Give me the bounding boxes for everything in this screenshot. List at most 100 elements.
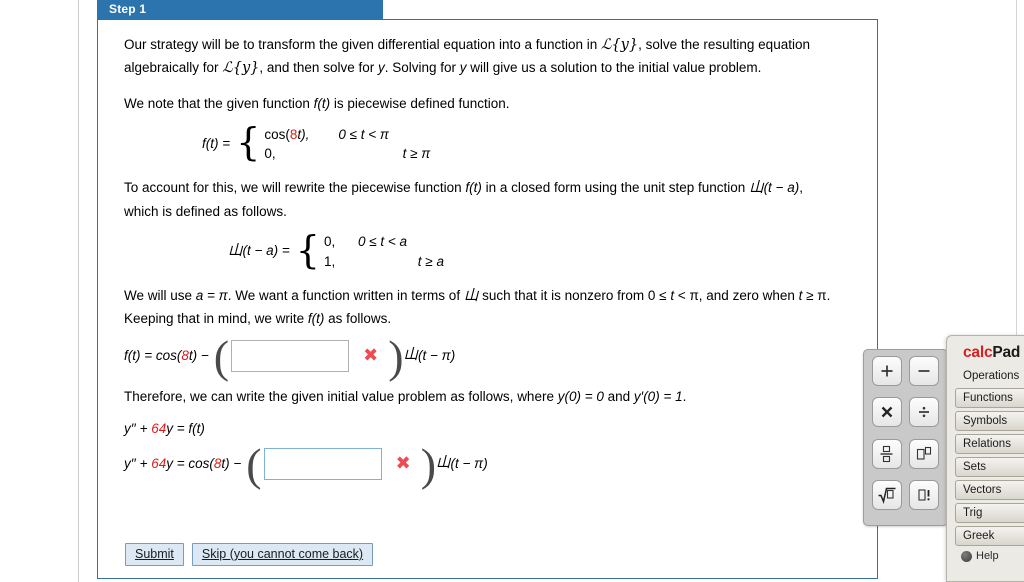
equation-ivp-general: y′′ + 64y = f(t) bbox=[124, 418, 867, 440]
p4-text-b: . We want a function written in terms of bbox=[227, 287, 464, 303]
udef-case-row-1: 0, 0 ≤ t < a bbox=[324, 232, 444, 251]
calcpad-tab-greek[interactable]: Greek bbox=[955, 526, 1024, 546]
p3-text-b: in a closed form using the unit step fun… bbox=[481, 180, 750, 196]
eq2-lead-b: y = f(t) bbox=[166, 421, 205, 436]
calcpad-tab-operations[interactable]: Operations bbox=[955, 367, 1024, 385]
skip-button[interactable]: Skip (you cannot come back) bbox=[191, 543, 374, 566]
p5-text-b: and bbox=[603, 389, 634, 405]
fdef-case-row-2: 0, t ≥ π bbox=[264, 144, 430, 163]
p4-text-g: as follows. bbox=[324, 311, 392, 327]
piecewise-definition-ft: f(t) = { cos(8t), 0 ≤ t < π 0, t ≥ π bbox=[202, 120, 867, 165]
laplace-symbol-2: ℒ{y} bbox=[222, 60, 260, 77]
udef-case-2-condition: t ≥ a bbox=[417, 253, 444, 269]
equation-ft-answer: f(t) = cos(8t) − ( ✖ ) 山 (t − π) bbox=[124, 331, 456, 383]
udef-case-2-value: 1, bbox=[323, 253, 336, 269]
p2-function-ft: f(t) bbox=[313, 95, 331, 111]
submit-button[interactable]: Submit bbox=[125, 543, 184, 566]
eq1-lead: f(t) = cos(8t) − bbox=[124, 345, 209, 367]
calculator-keypad bbox=[863, 349, 948, 526]
answer-input-ivp[interactable] bbox=[263, 447, 382, 480]
page-root: Step 1 Our strategy will be to transform… bbox=[0, 0, 1024, 582]
calcpad-tab-sets[interactable]: Sets bbox=[955, 457, 1024, 477]
step-tab-header: Step 1 bbox=[97, 0, 383, 19]
multiply-icon-button[interactable] bbox=[871, 397, 902, 428]
calcpad-title: calcPad bbox=[963, 344, 1024, 362]
calcpad-panel: calcPad Operations Functions Symbols Rel… bbox=[946, 335, 1024, 582]
equation-ivp-answer: y′′ + 64y = cos(8t) − ( ✖ ) 山 (t − π) bbox=[124, 438, 488, 490]
calcpad-tab-relations[interactable]: Relations bbox=[955, 434, 1024, 454]
calcpad-tab-vectors[interactable]: Vectors bbox=[955, 480, 1024, 500]
incorrect-mark-icon-2: ✖ bbox=[395, 452, 411, 474]
eq2-coefficient-64: 64 bbox=[151, 421, 167, 436]
calcpad-tab-functions[interactable]: Functions bbox=[955, 388, 1024, 408]
p1-var-y-2: y bbox=[459, 60, 467, 76]
left-rail-divider bbox=[78, 0, 79, 582]
udef-case-1-value: 0, bbox=[323, 234, 336, 250]
minus-icon-button[interactable] bbox=[909, 356, 940, 386]
eq2-lead-a: y′′ + bbox=[124, 421, 152, 436]
calcpad-title-calc: calc bbox=[963, 344, 993, 361]
p4-a-equals-pi: a = π bbox=[195, 287, 228, 303]
paragraph-strategy: Our strategy will be to transform the gi… bbox=[124, 34, 840, 81]
square-root-icon-button[interactable] bbox=[871, 479, 902, 510]
eq3-lead: y′′ + 64y = cos(8t) − bbox=[124, 453, 241, 475]
udef-lhs-rest: (t − a) = bbox=[242, 242, 290, 258]
p3-text-a: To account for this, we will rewrite the… bbox=[124, 180, 466, 196]
step-content-panel: Our strategy will be to transform the gi… bbox=[97, 19, 878, 579]
unit-step-symbol-4: 山 bbox=[403, 347, 419, 364]
fdef-cases: cos(8t), 0 ≤ t < π 0, t ≥ π bbox=[264, 125, 430, 163]
p5-initial-y0: y(0) = 0 bbox=[557, 389, 604, 405]
calcpad-title-pad: Pad bbox=[992, 344, 1021, 361]
fdef-cos-open: cos( bbox=[264, 126, 290, 142]
udef-case-1-condition: 0 ≤ t < a bbox=[357, 234, 408, 250]
unit-step-symbol-1: 山 bbox=[749, 180, 764, 197]
fdef-case-2-condition: t ≥ π bbox=[402, 145, 431, 161]
udef-brace: { bbox=[295, 227, 320, 272]
p4-function-ft: f(t) bbox=[307, 311, 325, 327]
incorrect-mark-icon-1: ✖ bbox=[363, 345, 379, 367]
calcpad-help-label: Help bbox=[976, 550, 999, 562]
fdef-lhs: f(t) = bbox=[202, 136, 231, 152]
calcpad-help-link[interactable]: Help bbox=[961, 550, 1024, 562]
eq3-coefficient-64: 64 bbox=[151, 455, 167, 471]
p3-unit-step-arg: (t − a) bbox=[763, 180, 800, 196]
eq1-tail-arg: (t − π) bbox=[418, 348, 456, 364]
paragraph-a-equals-pi: We will use a = π. We want a function wr… bbox=[124, 285, 840, 330]
paragraph-piecewise-note: We note that the given function f(t) is … bbox=[124, 93, 840, 115]
paragraph-ivp-intro: Therefore, we can write the given initia… bbox=[124, 386, 840, 408]
fdef-cos-close: t), bbox=[297, 126, 310, 142]
power-icon-button[interactable] bbox=[909, 438, 940, 469]
p5-initial-yprime0: y′(0) = 1 bbox=[633, 389, 683, 405]
p2-text-a: We note that the given function bbox=[124, 95, 314, 111]
answer-input-ft[interactable] bbox=[231, 340, 350, 373]
p4-text-c: such that it is nonzero from 0 ≤ bbox=[478, 287, 671, 303]
action-button-row: Submit Skip (you cannot come back) bbox=[125, 543, 374, 566]
unit-step-symbol-3: 山 bbox=[463, 287, 479, 304]
udef-cases: 0, 0 ≤ t < a 1, t ≥ a bbox=[324, 232, 444, 270]
unit-step-symbol-5: 山 bbox=[436, 455, 451, 472]
p1-text-d: . Solving for bbox=[384, 60, 460, 76]
eq1-lead-b: t) − bbox=[188, 348, 209, 364]
piecewise-definition-unit-step: 山(t − a) = { 0, 0 ≤ t < a 1, t ≥ a bbox=[228, 227, 867, 272]
divide-icon-button[interactable] bbox=[909, 397, 940, 428]
p5-text-c: . bbox=[682, 389, 687, 405]
eq3-lead-b: y = cos( bbox=[166, 455, 214, 471]
calcpad-tab-symbols[interactable]: Symbols bbox=[955, 411, 1024, 431]
p5-text-a: Therefore, we can write the given initia… bbox=[124, 389, 558, 405]
eq1-lead-a: f(t) = cos( bbox=[124, 348, 182, 364]
calcpad-tab-trig[interactable]: Trig bbox=[955, 503, 1024, 523]
plus-icon-button[interactable] bbox=[871, 356, 902, 386]
step-content-inner: Our strategy will be to transform the gi… bbox=[124, 34, 867, 494]
unit-step-symbol-2: 山 bbox=[228, 242, 243, 259]
eq3-tail-arg: (t − π) bbox=[450, 455, 488, 471]
p1-text-a: Our strategy will be to transform the gi… bbox=[124, 37, 602, 52]
fdef-case-1-condition: 0 ≤ t < π bbox=[338, 126, 389, 142]
laplace-symbol-1: ℒ{y} bbox=[601, 37, 639, 53]
p3-function-ft: f(t) bbox=[465, 180, 482, 196]
factorial-icon-button[interactable] bbox=[909, 479, 940, 510]
fdef-case-1-value: cos(8t), bbox=[264, 125, 338, 144]
eq1-coefficient-8: 8 bbox=[181, 348, 189, 364]
fraction-icon-button[interactable] bbox=[871, 438, 902, 469]
fdef-brace: { bbox=[236, 120, 261, 165]
paragraph-unit-step-intro: To account for this, we will rewrite the… bbox=[124, 177, 840, 222]
